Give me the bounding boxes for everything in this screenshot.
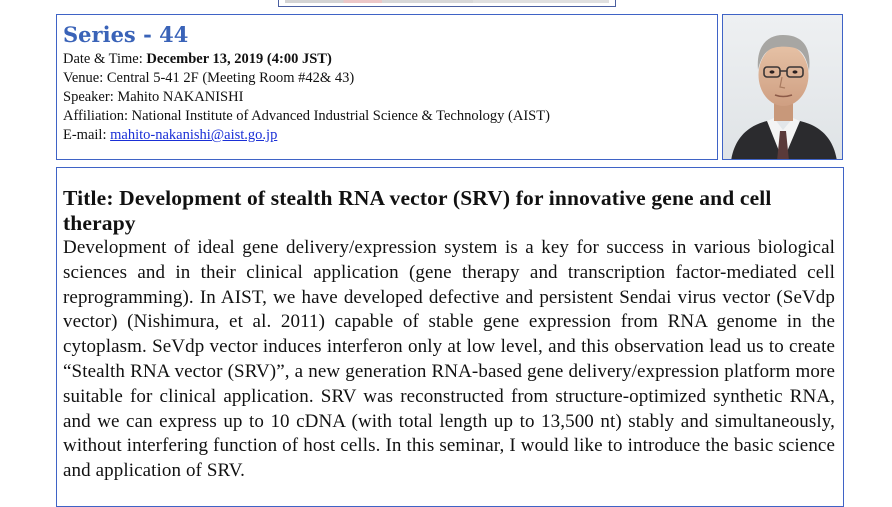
datetime-line: Date & Time: December 13, 2019 (4:00 JST… bbox=[63, 50, 717, 69]
speaker-portrait bbox=[723, 15, 842, 159]
seminar-info-box: Series - 44 Date & Time: December 13, 20… bbox=[56, 14, 718, 160]
abstract-box: Title: Development of stealth RNA vector… bbox=[56, 167, 844, 507]
datetime-value: December 13, 2019 (4:00 JST) bbox=[146, 51, 332, 67]
email-line: E-mail: mahito-nakanishi@aist.go.jp bbox=[63, 126, 717, 145]
banner-image-strip bbox=[285, 0, 609, 3]
banner-image-edge bbox=[278, 0, 616, 7]
speaker-photo bbox=[722, 14, 843, 160]
datetime-label: Date & Time: bbox=[63, 51, 147, 67]
email-label: E-mail: bbox=[63, 127, 111, 143]
email-link[interactable]: mahito-nakanishi@aist.go.jp bbox=[110, 127, 277, 143]
affiliation-line: Affiliation: National Institute of Advan… bbox=[63, 108, 550, 124]
speaker-line: Speaker: Mahito NAKANISHI bbox=[63, 89, 244, 105]
talk-title: Title: Development of stealth RNA vector… bbox=[63, 186, 772, 235]
venue-line: Venue: Central 5-41 2F (Meeting Room #42… bbox=[63, 70, 355, 86]
abstract-text: Development of ideal gene delivery/expre… bbox=[63, 237, 835, 482]
series-title: Series - 44 bbox=[63, 22, 189, 47]
